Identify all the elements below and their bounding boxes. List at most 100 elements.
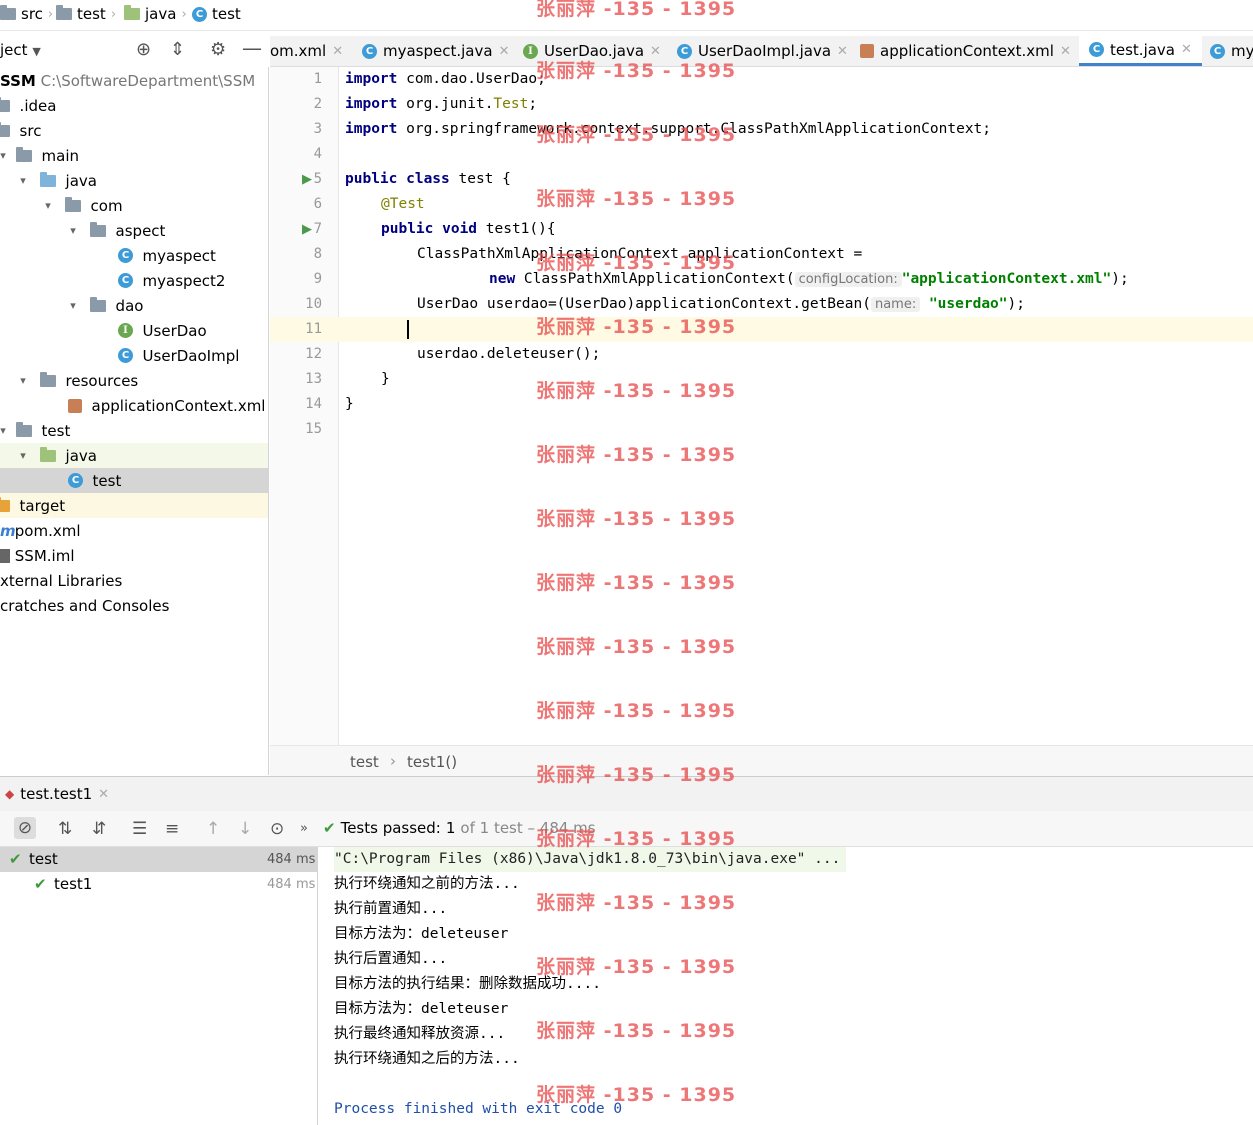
tree-item-pom-xml[interactable]: m pom.xml [0, 518, 268, 543]
tree-item-applicationcontext-xml[interactable]: applicationContext.xml [0, 393, 268, 418]
tree-item-aspect[interactable]: ▾ aspect [0, 218, 268, 243]
close-icon[interactable]: ✕ [650, 44, 661, 59]
tab-test-java[interactable]: C test.java ✕ [1079, 36, 1202, 66]
sort-duration-icon[interactable]: ⇵ [92, 819, 106, 839]
expand-all-icon[interactable]: ☰ [132, 819, 147, 839]
line-number: 11 [305, 321, 322, 337]
stop-icon[interactable]: ⊘ [14, 817, 36, 839]
tree-item-main[interactable]: ▾ main [0, 143, 268, 168]
arrow-up-icon[interactable]: ↑ [206, 819, 220, 839]
test-result-row-test1[interactable]: ✔ test1 484 ms [0, 872, 317, 897]
tree-label: java [65, 446, 97, 465]
tree-item-java-test[interactable]: ▾ java [0, 443, 268, 468]
tree-item-myaspect2[interactable]: C myaspect2 [0, 268, 268, 293]
breadcrumb-method[interactable]: test1() [407, 753, 457, 771]
tree-item-ssm[interactable]: SSM C:\SoftwareDepartment\SSM [0, 68, 268, 93]
tree-item-resources[interactable]: ▾ resources [0, 368, 268, 393]
chevron-down-icon[interactable]: ▾ [0, 424, 10, 437]
run-tab[interactable]: ◆ test.test1 ✕ [5, 785, 109, 803]
code-line: public void test1(){ [381, 217, 556, 242]
tab-label: applicationContext.xml [880, 42, 1054, 60]
close-icon[interactable]: ✕ [837, 44, 848, 59]
line-number: 13 [305, 371, 322, 387]
tree-item-dao[interactable]: ▾ dao [0, 293, 268, 318]
tree-item-ssm-iml[interactable]: SSM.iml [0, 543, 268, 568]
close-icon[interactable]: ✕ [1060, 44, 1071, 59]
breadcrumb-class[interactable]: test [350, 753, 379, 771]
chevron-right-icon: › [110, 6, 117, 22]
test-source-folder-icon [40, 446, 56, 462]
interface-icon: I [523, 43, 538, 59]
hide-icon[interactable]: — [242, 36, 262, 60]
breadcrumb-test[interactable]: test › [56, 5, 116, 23]
tree-item-java-main[interactable]: ▾ java [0, 168, 268, 193]
chevron-down-icon[interactable]: ▾ [16, 374, 30, 387]
collapse-all-icon[interactable]: ⇕ [170, 39, 185, 60]
tab-pom-xml[interactable]: om.xml ✕ [270, 36, 343, 66]
tree-path: C:\SoftwareDepartment\SSM [40, 71, 256, 90]
arrow-down-icon[interactable]: ↓ [238, 819, 252, 839]
close-icon[interactable]: ✕ [499, 44, 510, 59]
line-number: 10 [305, 296, 322, 312]
close-icon[interactable]: ✕ [1181, 42, 1192, 57]
code-text: com.dao.UserDao; [397, 71, 546, 87]
run-test-icon[interactable]: ▶ [302, 222, 312, 237]
class-icon: C [68, 473, 83, 488]
run-tab-label: test.test1 [20, 785, 93, 803]
tree-label: pom.xml [14, 521, 81, 540]
resources-folder-icon [40, 371, 56, 387]
collapse-all-icon[interactable]: ≡ [165, 819, 179, 839]
history-icon[interactable]: ⊙ [270, 819, 284, 839]
folder-icon [56, 5, 72, 20]
sort-alpha-icon[interactable]: ⇅ [58, 819, 72, 839]
chevron-down-icon[interactable]: ▾ [0, 149, 10, 162]
code-line: import org.junit.Test; [345, 92, 537, 117]
tab-applicationcontext[interactable]: applicationContext.xml ✕ [860, 36, 1071, 66]
status-detail: of 1 test – 484 ms [460, 819, 596, 837]
annotation: @Test [381, 196, 425, 212]
code-line: import com.dao.UserDao; [345, 67, 546, 92]
code-text: ClassPathXmlApplicationContext( [515, 271, 795, 287]
test-duration: 484 ms [267, 852, 316, 867]
more-icon[interactable]: » [300, 821, 308, 836]
chevron-down-icon[interactable]: ▾ [66, 224, 80, 237]
gear-icon[interactable]: ⚙ [210, 39, 226, 60]
breadcrumb-java[interactable]: java › [124, 5, 187, 23]
chevron-down-icon[interactable]: ▾ [41, 199, 55, 212]
tab-my-more[interactable]: C my [1210, 36, 1253, 66]
tree-item-target[interactable]: target [0, 493, 268, 518]
project-view-dropdown[interactable]: ject ▼ [0, 41, 41, 59]
tree-item-test-class[interactable]: C test [0, 468, 268, 493]
tree-item-scratches[interactable]: cratches and Consoles [0, 593, 268, 618]
tree-item-myaspect[interactable]: C myaspect [0, 243, 268, 268]
tab-userdaoimpl[interactable]: C UserDaoImpl.java ✕ [677, 36, 848, 66]
tree-item-com[interactable]: ▾ com [0, 193, 268, 218]
code-text: org.springframework.context.support.Clas… [397, 121, 992, 137]
tree-item-src[interactable]: src [0, 118, 268, 143]
folder-icon [124, 5, 140, 20]
tree-item-external-libraries[interactable]: xternal Libraries [0, 568, 268, 593]
tree-item-idea[interactable]: .idea [0, 93, 268, 118]
tree-item-userdao[interactable]: I UserDao [0, 318, 268, 343]
tree-item-userdaoimpl[interactable]: C UserDaoImpl [0, 343, 268, 368]
tab-userdao[interactable]: I UserDao.java ✕ [523, 36, 661, 66]
maven-icon: m [0, 521, 16, 540]
chevron-down-icon[interactable]: ▾ [16, 449, 30, 462]
line-number: 2 [313, 96, 322, 112]
close-icon[interactable]: ✕ [98, 787, 109, 802]
chevron-down-icon[interactable]: ▾ [16, 174, 30, 187]
locate-icon[interactable]: ⊕ [136, 39, 151, 60]
run-test-icon[interactable]: ▶ [302, 172, 312, 187]
tab-myaspect[interactable]: C myaspect.java ✕ [362, 36, 509, 66]
test-result-row-test[interactable]: ✔ test 484 ms [0, 847, 317, 872]
chevron-down-icon[interactable]: ▾ [66, 299, 80, 312]
code-line: ClassPathXmlApplicationContext applicati… [417, 242, 862, 267]
line-number: 7 [313, 221, 322, 237]
tree-item-test-folder[interactable]: ▾ test [0, 418, 268, 443]
tree-label: SSM.iml [14, 546, 75, 565]
breadcrumb-src[interactable]: src › [0, 5, 53, 23]
close-icon[interactable]: ✕ [332, 44, 343, 59]
breadcrumb-test-class[interactable]: C test [192, 5, 241, 23]
code-text: test { [449, 171, 511, 187]
check-icon: ✔ [323, 819, 336, 837]
